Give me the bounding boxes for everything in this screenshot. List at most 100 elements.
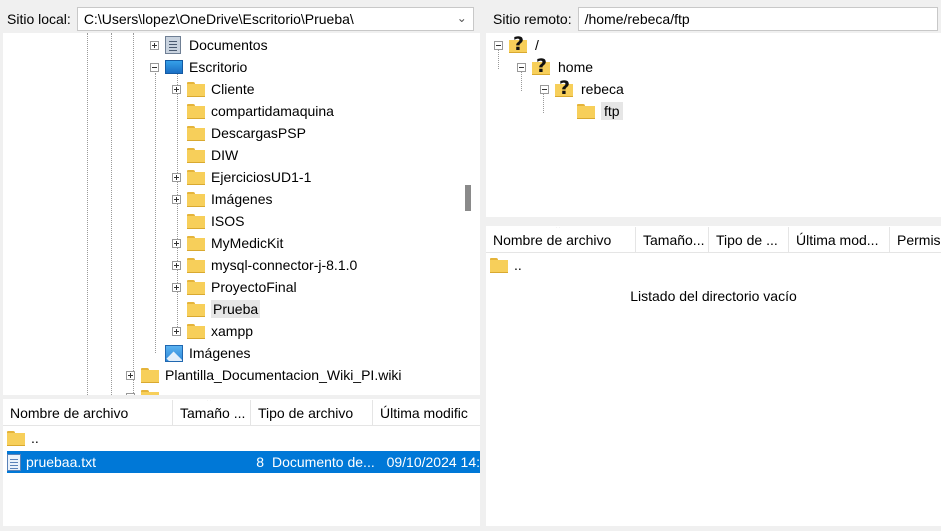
folder-icon <box>187 104 205 119</box>
tree-item-cliente[interactable]: Cliente <box>172 78 255 100</box>
collapse-icon[interactable] <box>540 84 549 94</box>
folder-icon <box>187 324 205 339</box>
tree-item-label: Documentos <box>189 37 268 53</box>
expand-icon[interactable] <box>172 238 181 248</box>
tree-item-descargaspsp[interactable]: DescargasPSP <box>172 122 306 144</box>
column-size[interactable]: Tamaño... <box>636 227 709 252</box>
tree-item-label: EjerciciosUD1-1 <box>211 169 312 185</box>
tree-item-documentos[interactable]: Documentos <box>150 34 268 56</box>
local-site-bar: Sitio local: C:\Users\lopez\OneDrive\Esc… <box>0 5 482 33</box>
column-type[interactable]: Tipo de archivo <box>251 400 373 425</box>
remote-tree-item-root[interactable]: ? / <box>494 33 539 56</box>
tree-item-label: ISOS <box>211 213 245 229</box>
file-size: 8 <box>256 454 264 470</box>
remote-directory-tree[interactable]: ? / ? home ? rebeca ftp <box>486 33 941 217</box>
folder-icon <box>187 280 205 295</box>
local-directory-tree[interactable]: Documentos Escritorio Cliente compartida… <box>3 33 480 395</box>
local-path-field[interactable]: C:\Users\lopez\OneDrive\Escritorio\Prueb… <box>76 7 474 31</box>
tree-item-label: / <box>535 37 539 53</box>
tree-item-ejerciciosud1-1[interactable]: EjerciciosUD1-1 <box>172 166 311 188</box>
expand-icon[interactable] <box>172 194 181 204</box>
expand-icon[interactable] <box>172 326 181 336</box>
local-site-label: Sitio local: <box>7 11 71 27</box>
tree-item-label: Imágenes <box>211 191 273 207</box>
file-name: pruebaa.txt <box>26 454 97 470</box>
tree-item-label: compartidamaquina <box>211 103 334 119</box>
file-name: .. <box>514 257 522 273</box>
tree-item-plantilla[interactable]: Plantilla_Documentacion_Wiki_PI.wiki <box>126 364 402 386</box>
list-item-parent[interactable]: .. <box>7 427 39 449</box>
desktop-icon <box>165 60 183 74</box>
expand-icon[interactable] <box>172 172 181 182</box>
tree-item-proyectofinal[interactable]: ProyectoFinal <box>172 276 297 298</box>
text-file-icon <box>7 453 21 471</box>
unknown-folder-icon: ? <box>532 55 552 77</box>
remote-tree-item-home[interactable]: ? home <box>517 55 594 78</box>
tree-item-compartidamaquina[interactable]: compartidamaquina <box>172 100 334 122</box>
list-item-selected[interactable]: pruebaa.txt 8 Documento de... 09/10/2024… <box>7 451 480 473</box>
pictures-icon <box>165 344 183 362</box>
remote-tree-item-rebeca[interactable]: ? rebeca <box>540 77 624 100</box>
folder-icon <box>577 104 595 119</box>
column-permissions[interactable]: Permis <box>890 227 941 252</box>
tree-item-label: Prueba <box>211 300 261 318</box>
column-label: Permis <box>897 231 941 248</box>
remote-path-field[interactable]: /home/rebeca/ftp <box>577 7 938 31</box>
expand-icon[interactable] <box>126 370 135 380</box>
folder-icon <box>490 258 508 273</box>
column-type[interactable]: Tipo de ... <box>709 227 789 252</box>
local-tree-scrollbar[interactable] <box>465 185 471 211</box>
tree-item-label: Escritorio <box>189 59 248 75</box>
remote-list-header: ⌃ Nombre de archivo Tamaño... Tipo de ..… <box>486 227 941 253</box>
tree-item-mysql-connector[interactable]: mysql-connector-j-8.1.0 <box>172 254 357 276</box>
folder-icon <box>187 302 205 317</box>
tree-item-imagenes-library[interactable]: Imágenes <box>150 342 250 364</box>
collapse-icon[interactable] <box>494 40 503 50</box>
column-label: Tamaño... <box>643 231 705 248</box>
remote-file-list[interactable]: ⌃ Nombre de archivo Tamaño... Tipo de ..… <box>486 226 941 526</box>
column-modified[interactable]: Última modific <box>373 400 480 425</box>
tree-item-diw[interactable]: DIW <box>172 144 238 166</box>
column-size[interactable]: ⌃ Tamaño ... <box>173 400 251 425</box>
list-item-parent[interactable]: .. <box>490 254 522 276</box>
folder-icon <box>187 214 205 229</box>
local-file-list[interactable]: Nombre de archivo ⌃ Tamaño ... Tipo de a… <box>3 399 480 526</box>
collapse-icon[interactable] <box>517 62 526 72</box>
column-label: Tipo de archivo <box>258 404 354 421</box>
tree-item-xampp[interactable]: xampp <box>172 320 253 342</box>
tree-guide <box>111 33 112 395</box>
tree-item-prueba[interactable]: Prueba <box>172 298 261 320</box>
empty-listing-message: Listado del directorio vacío <box>630 288 797 304</box>
folder-icon <box>7 431 25 446</box>
remote-tree-item-ftp[interactable]: ftp <box>562 100 623 122</box>
column-label: Última modific <box>380 404 468 421</box>
tree-item-mymedickit[interactable]: MyMedicKit <box>172 232 283 254</box>
column-modified[interactable]: Última mod... <box>789 227 890 252</box>
tree-item-imagenes[interactable]: Imágenes <box>172 188 272 210</box>
collapse-icon[interactable] <box>150 62 159 72</box>
tree-item-label: Cliente <box>211 81 255 97</box>
folder-icon <box>187 258 205 273</box>
tree-guide <box>133 33 134 395</box>
expand-icon[interactable] <box>172 260 181 270</box>
chevron-down-icon[interactable]: ⌄ <box>457 11 467 25</box>
tree-item-label: home <box>558 59 594 75</box>
column-label: Tipo de ... <box>716 231 778 248</box>
expand-icon <box>126 392 135 395</box>
tree-guide <box>87 33 88 395</box>
folder-icon <box>187 192 205 207</box>
tree-item-label: Imágenes <box>189 345 251 361</box>
column-name[interactable]: Nombre de archivo <box>3 400 173 425</box>
tree-item-label: Plantilla_Documentacion_Wiki_PI.wiki <box>165 367 402 383</box>
expand-icon[interactable] <box>172 84 181 94</box>
expand-icon[interactable] <box>150 40 159 50</box>
column-name[interactable]: ⌃ Nombre de archivo <box>486 227 636 252</box>
file-type: Documento de... <box>272 454 375 470</box>
tree-item-escritorio[interactable]: Escritorio <box>150 56 247 78</box>
remote-path-text: /home/rebeca/ftp <box>584 11 690 27</box>
tree-guide <box>155 73 156 353</box>
tree-item-partial <box>126 386 165 395</box>
tree-item-isos[interactable]: ISOS <box>172 210 244 232</box>
folder-icon <box>187 236 205 251</box>
expand-icon[interactable] <box>172 282 181 292</box>
